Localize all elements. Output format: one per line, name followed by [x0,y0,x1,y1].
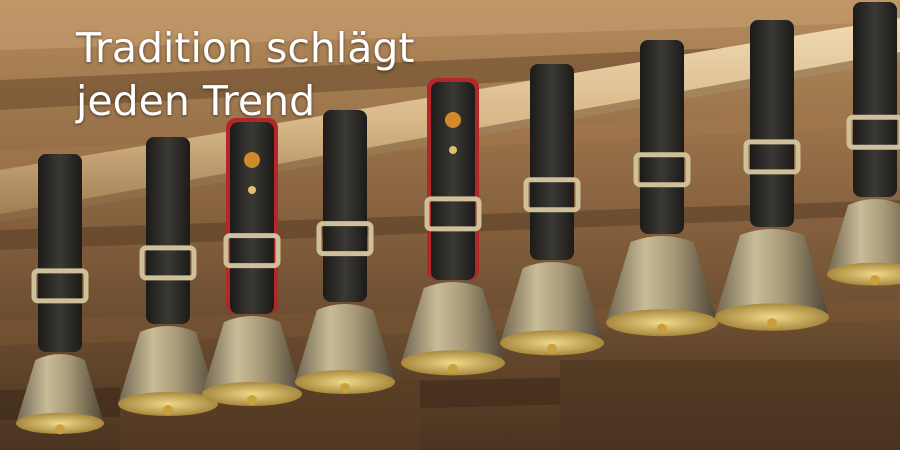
flower-ornament [248,186,256,194]
leather-strap [853,2,897,197]
leather-strap [146,137,190,324]
leather-strap [750,20,794,227]
leather-strap [530,64,574,260]
clapper [870,275,880,286]
crest-emblem [244,152,260,168]
clapper [55,424,65,435]
clapper [767,318,777,329]
clapper [163,405,173,415]
clapper [247,395,257,405]
clapper [448,363,458,374]
headline-line-2: jeden Trend [76,77,316,125]
headline: Tradition schlägt jeden Trend [76,22,415,128]
clapper [547,343,557,354]
leather-strap [431,82,475,280]
clapper [340,383,350,393]
crest-emblem [445,112,461,128]
headline-line-1: Tradition schlägt [76,24,415,72]
leather-strap [640,40,684,234]
leather-strap [38,154,82,352]
leather-strap [323,110,367,302]
leather-strap [230,122,274,314]
flower-ornament [449,146,457,154]
clapper [657,323,667,334]
hero-banner: Tradition schlägt jeden Trend [0,0,900,450]
